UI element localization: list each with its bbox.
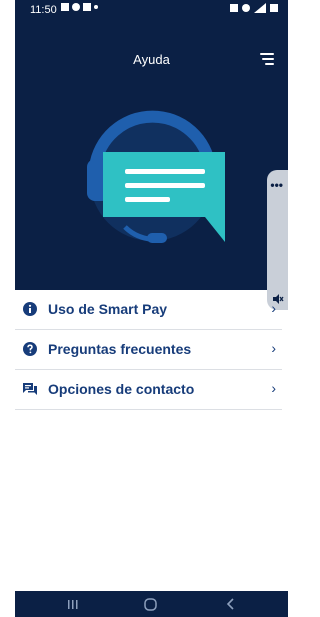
home-button[interactable] xyxy=(131,591,171,617)
settings-icon xyxy=(72,3,80,11)
chat-icon xyxy=(23,383,37,395)
system-nav-bar xyxy=(15,591,288,617)
recent-apps-icon xyxy=(68,600,78,609)
notification-icons xyxy=(61,3,98,11)
mute-icon xyxy=(230,4,238,12)
gallery-icon xyxy=(61,3,69,11)
recent-apps-button[interactable] xyxy=(53,591,93,617)
mail-icon xyxy=(83,3,91,11)
page-title: Ayuda xyxy=(133,52,170,67)
help-header: Ayuda xyxy=(15,22,288,290)
menu-item-label: Opciones de contacto xyxy=(48,381,195,397)
status-time: 11:50 xyxy=(30,4,57,16)
menu-item-smart-pay[interactable]: Uso de Smart Pay › xyxy=(15,290,282,330)
wifi-icon xyxy=(242,4,250,12)
chevron-right-icon: › xyxy=(271,340,276,356)
more-icon[interactable]: ••• xyxy=(270,178,283,192)
chevron-right-icon: › xyxy=(271,380,276,396)
support-chat-illustration xyxy=(87,110,225,243)
system-icons xyxy=(230,3,278,13)
info-icon xyxy=(23,302,37,316)
status-bar: 11:50 xyxy=(15,0,288,22)
help-menu-list: Uso de Smart Pay › Preguntas frecuentes … xyxy=(15,290,282,410)
signal-icon xyxy=(254,3,266,13)
menu-item-label: Uso de Smart Pay xyxy=(48,301,168,317)
chevron-right-icon: › xyxy=(271,300,276,316)
menu-icon xyxy=(260,53,274,55)
back-icon xyxy=(226,598,234,610)
more-notifications-icon xyxy=(94,5,98,9)
back-button[interactable] xyxy=(211,591,251,617)
battery-icon xyxy=(270,4,278,12)
menu-item-contact[interactable]: Opciones de contacto › xyxy=(15,370,282,410)
home-icon xyxy=(144,598,157,611)
question-icon xyxy=(23,342,37,356)
app-screen: 11:50 Ayuda ••• Uso de Smart Pay › Pregu… xyxy=(15,0,288,617)
menu-button[interactable] xyxy=(260,53,274,65)
menu-item-faq[interactable]: Preguntas frecuentes › xyxy=(15,330,282,370)
menu-item-label: Preguntas frecuentes xyxy=(48,341,192,357)
